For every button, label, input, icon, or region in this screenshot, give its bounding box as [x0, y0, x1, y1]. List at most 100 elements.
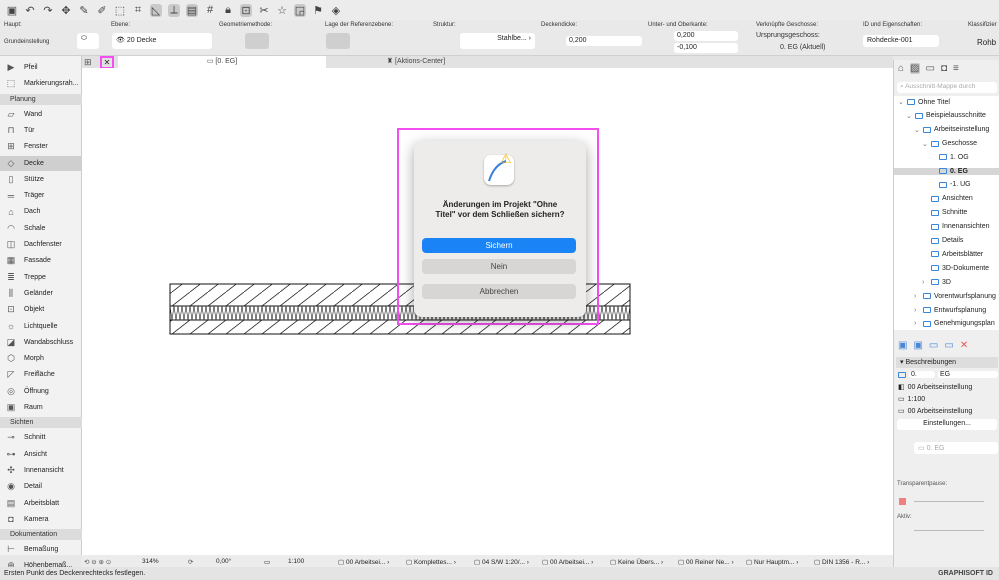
- fit-icon[interactable]: ⌗: [132, 4, 144, 17]
- navigator-search[interactable]: ⌕ Ausschnitt-Mappe durch: [897, 82, 997, 93]
- toolbox-item[interactable]: ☼ Lichtquelle: [0, 319, 82, 334]
- home-story-value[interactable]: 0. EG (Aktuell): [780, 44, 826, 51]
- settings-button[interactable]: Einstellungen...: [897, 419, 997, 430]
- 3d-icon[interactable]: ◈: [330, 4, 342, 17]
- delete-icon[interactable]: ✕: [960, 340, 968, 351]
- favorites-icon[interactable]: ☆: [276, 4, 288, 17]
- tree-item[interactable]: › 3D: [922, 279, 951, 286]
- quick-option[interactable]: ▢ DIN 1356 - R... ›: [814, 558, 882, 566]
- bottom-edge-input[interactable]: -0,100: [674, 43, 738, 53]
- lock-icon[interactable]: 🔒︎: [222, 4, 234, 17]
- descriptions-header[interactable]: ▾ Beschreibungen: [896, 357, 998, 368]
- new-folder-icon[interactable]: ▭: [929, 340, 938, 351]
- toolbox-item[interactable]: ◫ Dachfenster: [0, 237, 82, 252]
- flag-icon[interactable]: ⚑: [312, 4, 324, 17]
- toolbox-item[interactable]: ⊶ Ansicht: [0, 447, 82, 462]
- toolbox-item[interactable]: ⌂ Dach: [0, 204, 82, 219]
- eyedropper-icon[interactable]: ✎: [78, 4, 90, 17]
- toolbox-group-header[interactable]: Dokumentation: [0, 529, 82, 541]
- disclosure-arrow-icon[interactable]: ⌄: [922, 140, 928, 148]
- graphisoft-id[interactable]: GRAPHISOFT ID: [938, 567, 993, 580]
- guide-line-icon[interactable]: ⟂: [168, 3, 180, 17]
- pick-up-icon[interactable]: ✥: [60, 4, 72, 17]
- disclosure-arrow-icon[interactable]: ⌄: [914, 126, 920, 134]
- disclosure-arrow-icon[interactable]: ›: [914, 320, 920, 327]
- zoom-controls[interactable]: ⟲ ⊖ ⊕ ⊙: [82, 558, 142, 566]
- tree-item[interactable]: › Genehmigungsplan: [914, 320, 995, 327]
- tab-0-eg[interactable]: ▭ [0. EG]: [118, 56, 326, 68]
- toolbox-item[interactable]: ═ Träger: [0, 188, 82, 203]
- quick-option[interactable]: ▢ 00 Arbeitsei... ›: [338, 558, 406, 566]
- toolbox-item[interactable]: ▶ Pfeil: [0, 60, 82, 75]
- toolbox-item[interactable]: ◇ Decke: [0, 155, 82, 171]
- favorites-button[interactable]: ⬭: [77, 33, 99, 49]
- toolbox-item[interactable]: ◸ Freifläche: [0, 367, 82, 382]
- layout-book-icon[interactable]: ▭: [926, 63, 935, 74]
- inject-icon[interactable]: ✐: [96, 4, 108, 17]
- trace-color-swatch[interactable]: [899, 498, 906, 505]
- tab-aktions-center[interactable]: ♜ [Aktions-Center]: [326, 56, 506, 68]
- rotate-icon[interactable]: ⟳: [188, 558, 216, 566]
- disclosure-arrow-icon[interactable]: ›: [922, 279, 928, 286]
- clone-view-icon[interactable]: ▣: [913, 340, 922, 351]
- top-edge-input[interactable]: 0,200: [674, 31, 738, 41]
- disclosure-arrow-icon[interactable]: ›: [914, 307, 920, 314]
- grid-snap-icon[interactable]: ▤: [186, 3, 198, 17]
- transparency-slider[interactable]: [914, 501, 984, 502]
- cancel-button[interactable]: Abbrechen: [422, 284, 576, 299]
- save-button[interactable]: Sichern: [422, 238, 576, 253]
- tree-item[interactable]: Schnitte: [922, 209, 967, 216]
- toolbox-item[interactable]: ⊓ Tür: [0, 123, 82, 138]
- trim-icon[interactable]: ✂: [258, 4, 270, 17]
- tree-item[interactable]: ⌄ Ohne Titel: [898, 98, 950, 107]
- tree-item[interactable]: Innenansichten: [922, 223, 989, 230]
- toolbox-item[interactable]: ⬡ Morph: [0, 351, 82, 366]
- active-slider[interactable]: [914, 530, 984, 531]
- thickness-input[interactable]: 0,200: [566, 36, 642, 46]
- toolbox-item[interactable]: ⊸ Schnitt: [0, 430, 82, 445]
- scale-value[interactable]: 1:100: [288, 558, 338, 565]
- structure-select[interactable]: Stahlbe... ›: [460, 33, 535, 49]
- snap-icon[interactable]: ◺: [150, 3, 162, 17]
- quick-option[interactable]: ▢ 00 Reiner Ne... ›: [678, 558, 746, 566]
- tree-item[interactable]: 0. EG: [894, 167, 999, 175]
- view-map-icon[interactable]: ▨: [910, 63, 920, 74]
- toolbox-item[interactable]: ◎ Öffnung: [0, 384, 82, 399]
- tree-item[interactable]: › Entwurfsplanung: [914, 307, 986, 314]
- magic-wand-icon[interactable]: ⬚: [114, 4, 126, 17]
- disclosure-arrow-icon[interactable]: ›: [914, 293, 920, 300]
- toolbox-item[interactable]: ◠ Schale: [0, 221, 82, 236]
- quick-option[interactable]: ▢ Komplettes... ›: [406, 558, 474, 566]
- toolbox-group-header[interactable]: Sichten: [0, 417, 82, 429]
- toolbox-item[interactable]: ≣ Treppe: [0, 270, 82, 285]
- tree-item[interactable]: 1. OG: [930, 154, 969, 161]
- id-input[interactable]: Rohdecke-001: [863, 35, 939, 47]
- toolbox-item[interactable]: ◪ Wandabschluss: [0, 335, 82, 350]
- quick-option[interactable]: ▢ Nur Hauptm... ›: [746, 558, 814, 566]
- tree-item[interactable]: -1. UG: [930, 181, 971, 188]
- disclosure-arrow-icon[interactable]: ⌄: [898, 98, 904, 106]
- trace-reference-select[interactable]: ▭ 0. EG: [914, 442, 998, 454]
- quick-option[interactable]: ▢ 04 S/W 1:20/... ›: [474, 558, 542, 566]
- toolbox-item[interactable]: ▣ Raum: [0, 400, 82, 415]
- publisher-icon[interactable]: ◘: [941, 63, 947, 74]
- toolbox-item[interactable]: ⊢ Bemaßung: [0, 542, 82, 557]
- tree-item[interactable]: Ansichten: [922, 195, 973, 202]
- toolbox-item[interactable]: ⊡ Objekt: [0, 302, 82, 317]
- grid-icon[interactable]: #: [204, 4, 216, 16]
- view-name-input[interactable]: EG: [938, 371, 998, 378]
- new-view-icon[interactable]: ▣: [898, 340, 907, 351]
- quick-option[interactable]: ▢ Keine Übers... ›: [610, 558, 678, 566]
- dont-save-button[interactable]: Nein: [422, 259, 576, 274]
- zoom-value[interactable]: 314%: [142, 558, 188, 565]
- tree-item[interactable]: Details: [922, 237, 963, 244]
- toolbox-item[interactable]: ▱ Wand: [0, 107, 82, 122]
- undo-icon[interactable]: ↶: [24, 4, 36, 17]
- layer-select[interactable]: 👁︎ 20 Decke: [112, 33, 212, 49]
- toolbox-item[interactable]: ▯ Stütze: [0, 172, 82, 187]
- toolbox-item[interactable]: ✣ Innenansicht: [0, 463, 82, 478]
- toolbox-item[interactable]: ▤ Arbeitsblatt: [0, 496, 82, 511]
- classification-value[interactable]: Rohb: [977, 38, 996, 47]
- view-number-input[interactable]: 0.: [909, 371, 935, 378]
- tree-item[interactable]: ⌄ Arbeitseinstellung: [914, 126, 989, 134]
